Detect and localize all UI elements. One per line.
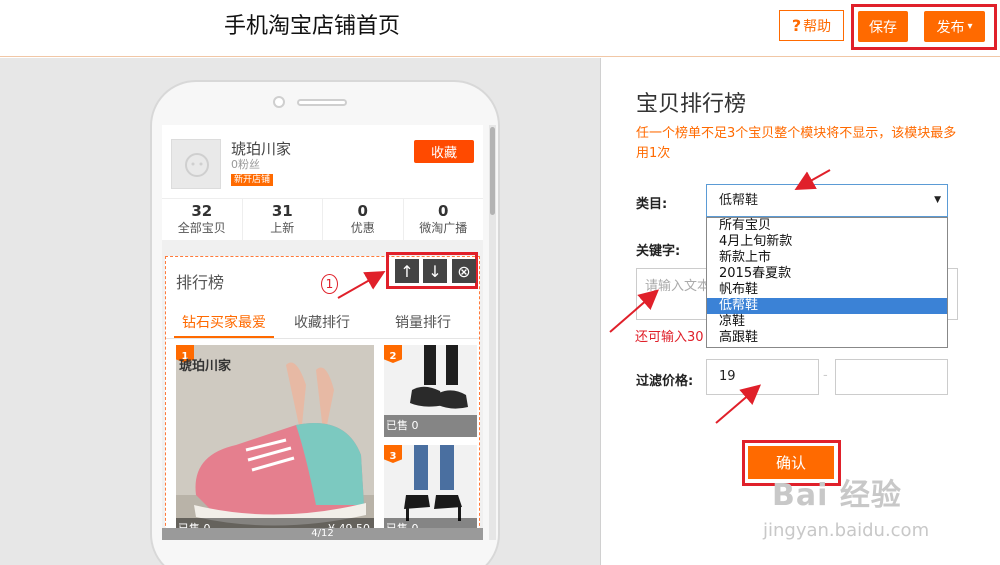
stat-label: 全部宝贝 (177, 221, 226, 235)
dropdown-option[interactable]: 凉鞋 (707, 314, 947, 330)
page-title: 手机淘宝店铺首页 (224, 14, 401, 39)
publish-label: 发布 (936, 19, 965, 36)
ranking-title: 排行榜 (176, 273, 225, 292)
product-card-1[interactable]: 1 琥珀川家 已售 0 ¥ 49.50 (176, 345, 374, 540)
stat-all-items[interactable]: 32 全部宝贝 (162, 199, 243, 240)
preview-scrollbar-thumb[interactable] (490, 127, 495, 215)
face-icon (185, 153, 209, 177)
camera-icon (273, 96, 285, 108)
active-tab-underline (174, 336, 274, 338)
sneaker-image (176, 345, 374, 540)
stat-value: 0 (357, 202, 368, 220)
remaining-chars: 还可输入30 (635, 330, 704, 345)
fans-count: 0粉丝 (231, 158, 260, 171)
ranking-tabs: 钻石买家最爱 收藏排行 销量排行 (166, 305, 479, 339)
price-separator: - (823, 368, 828, 383)
dropdown-arrow-icon: ▼ (934, 195, 941, 205)
shop-watermark: 琥珀川家 (179, 359, 232, 374)
stat-discount[interactable]: 0 优惠 (323, 199, 404, 240)
dropdown-option[interactable]: 新款上市 (707, 250, 947, 266)
keyword-label: 关键字: (636, 244, 681, 259)
watermark-brand: Bai 经验 (772, 478, 902, 513)
save-label: 保存 (869, 19, 897, 36)
sold-count: 已售 0 (384, 415, 477, 437)
stat-value: 32 (191, 202, 213, 220)
category-select[interactable]: 低帮鞋 ▼ (706, 184, 948, 217)
stat-value: 31 (271, 202, 293, 220)
dropdown-option[interactable]: 2015春夏款 (707, 266, 947, 282)
avatar[interactable] (171, 139, 221, 189)
delete-module-button[interactable]: ⊗ (452, 259, 476, 283)
annotation-number: 1 (321, 274, 338, 294)
category-dropdown-list[interactable]: 所有宝贝 4月上旬新款 新款上市 2015春夏款 帆布鞋 低帮鞋 凉鞋 高跟鞋 (706, 217, 948, 348)
stat-value: 0 (438, 202, 449, 220)
watermark-url: jingyan.baidu.com (763, 520, 930, 541)
speaker-icon (297, 99, 347, 106)
page-indicator: 4/12 (162, 528, 483, 540)
help-button[interactable]: ? 帮助 (779, 10, 844, 41)
tab-favorites[interactable]: 收藏排行 (294, 312, 350, 332)
stat-label: 微淘广播 (419, 221, 468, 235)
baidu-jingyan-watermark: Bai 经验 jingyan.baidu.com (758, 458, 998, 558)
tab-diamond-buyers[interactable]: 钻石买家最爱 (182, 312, 266, 332)
stat-new[interactable]: 31 上新 (243, 199, 323, 240)
phone-screen: 琥珀川家 0粉丝 新开店铺 收藏 32 全部宝贝 31 上新 0 优惠 0 微淘… (162, 125, 483, 540)
question-icon: ? (791, 16, 802, 35)
shop-header-card: 琥珀川家 0粉丝 新开店铺 收藏 32 全部宝贝 31 上新 0 优惠 0 微淘… (162, 125, 483, 240)
dropdown-option-selected[interactable]: 低帮鞋 (707, 298, 947, 314)
help-label: 帮助 (803, 18, 832, 35)
favorite-button[interactable]: 收藏 (414, 140, 474, 163)
move-down-button[interactable]: ↓ (423, 259, 447, 283)
panel-title: 宝贝排行榜 (636, 92, 747, 117)
stat-label: 优惠 (350, 221, 375, 235)
publish-button[interactable]: 发布 ▾ (924, 11, 985, 42)
tab-sales[interactable]: 销量排行 (395, 312, 451, 332)
product-card-2[interactable]: 2 已售 0 (384, 345, 477, 437)
top-bar: 手机淘宝店铺首页 ? 帮助 (0, 0, 1000, 57)
rank-badge: 3 (384, 445, 402, 463)
dropdown-option[interactable]: 所有宝贝 (707, 218, 947, 234)
ranking-module[interactable]: 排行榜 1 钻石买家最爱 收藏排行 销量排行 1 琥珀川家 已售 0 (165, 256, 480, 540)
price-max-input[interactable] (835, 359, 948, 395)
module-warning: 任一个榜单不足3个宝贝整个模块将不显示，该模块最多用1次 (636, 126, 957, 161)
category-value: 低帮鞋 (719, 193, 759, 208)
caret-down-icon: ▾ (967, 21, 973, 32)
stat-label: 上新 (270, 221, 295, 235)
price-min-input[interactable]: 19 (706, 359, 819, 395)
dropdown-option[interactable]: 帆布鞋 (707, 282, 947, 298)
new-shop-badge: 新开店铺 (231, 174, 274, 186)
dropdown-option[interactable]: 4月上旬新款 (707, 234, 947, 250)
rank-badge: 2 (384, 345, 402, 363)
save-button[interactable]: 保存 (858, 11, 908, 42)
keyword-placeholder: 请输入文本 (645, 279, 711, 294)
move-up-button[interactable]: ↑ (395, 259, 419, 283)
shop-stats: 32 全部宝贝 31 上新 0 优惠 0 微淘广播 (162, 198, 483, 240)
stat-broadcast[interactable]: 0 微淘广播 (404, 199, 484, 240)
dropdown-option[interactable]: 高跟鞋 (707, 330, 947, 346)
product-card-3[interactable]: 3 已售 0 (384, 445, 477, 540)
price-filter-label: 过滤价格: (636, 374, 694, 389)
category-label: 类目: (636, 197, 668, 212)
